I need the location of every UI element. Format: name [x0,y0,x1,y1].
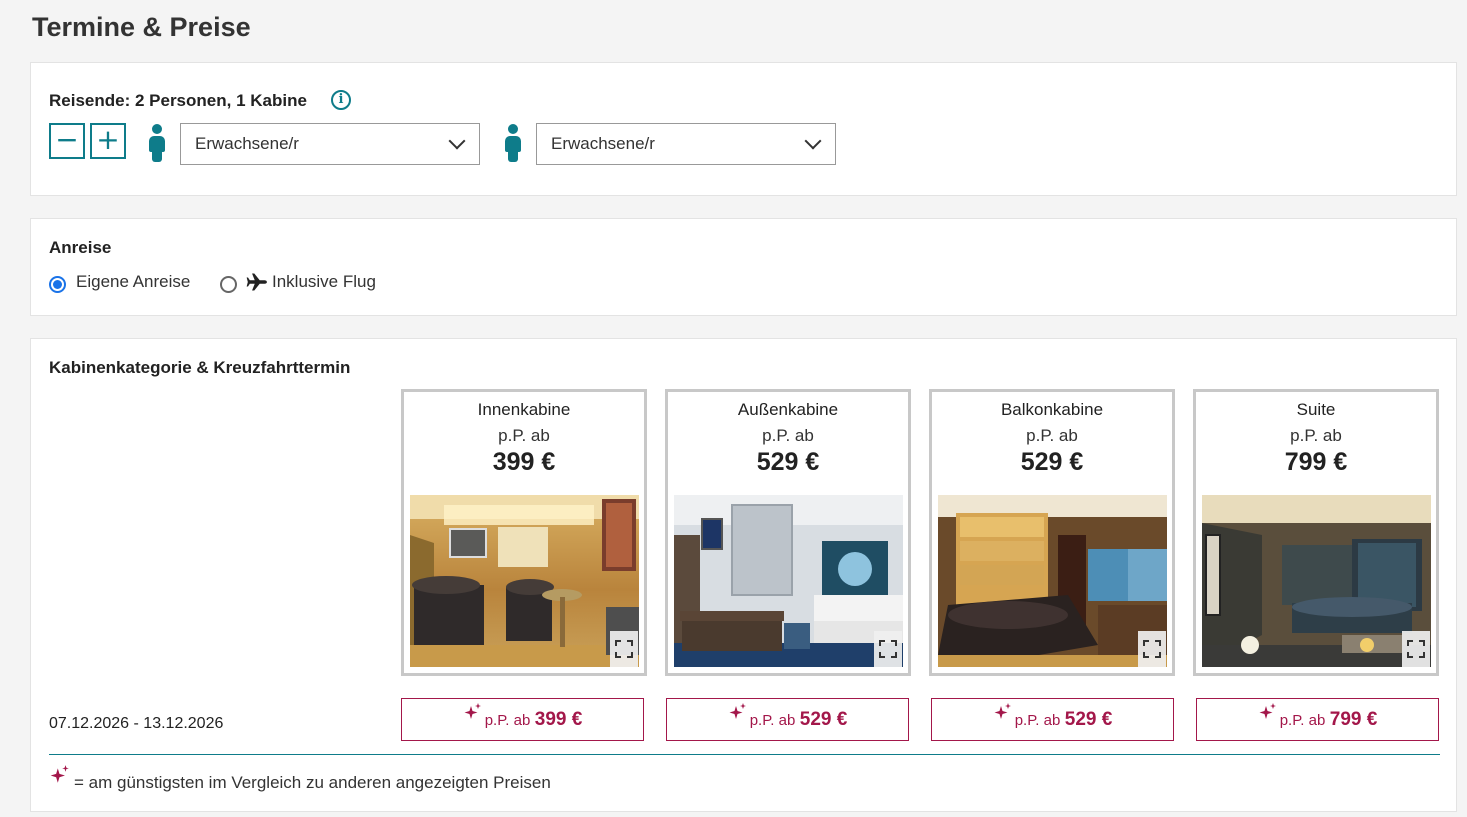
cabin-price: 399 € [492,448,556,476]
traveler-1-type-value: Erwachsene/r [195,134,299,153]
cabin-name: Balkonkabine [1000,400,1104,419]
expand-icon[interactable] [1402,631,1430,667]
radio-own-arrival-label[interactable]: Eigene Anreise [76,272,190,292]
price-amount: 529 € [1064,709,1113,730]
best-price-legend: = am günstigsten im Vergleich zu anderen… [74,773,551,792]
radio-including-flight[interactable] [220,276,237,293]
expand-icon[interactable] [610,631,638,667]
cabin-photo [674,495,903,667]
sparkle-icon [729,703,746,719]
arrival-heading: Anreise [49,238,112,257]
cabin-card-balcony[interactable]: Balkonkabine p.P. ab 529 € [929,389,1175,676]
cabin-price: 529 € [756,448,820,476]
person-icon [149,124,165,162]
chevron-down-icon [804,132,822,150]
expand-icon[interactable] [1138,631,1166,667]
cabin-per-person: p.P. ab [1290,426,1342,445]
cabin-price: 799 € [1284,448,1348,476]
cabin-price: 529 € [1020,448,1084,476]
cabins-heading: Kabinenkategorie & Kreuzfahrttermin [49,358,351,377]
cabin-name: Innenkabine [477,400,571,419]
price-prefix: p.P. ab [1014,712,1061,729]
sparkle-icon [994,703,1011,719]
traveler-2-type-select[interactable]: Erwachsene/r [536,123,836,165]
price-amount: 399 € [534,709,583,730]
decrease-travelers-button[interactable]: − [49,123,85,159]
price-amount: 529 € [799,709,848,730]
cabin-card-inside[interactable]: Innenkabine p.P. ab 399 € [401,389,647,676]
price-button-suite[interactable]: p.P. ab 799 € [1196,698,1439,741]
radio-including-flight-label[interactable]: Inklusive Flug [272,272,376,292]
divider [49,754,1440,755]
travelers-panel: Reisende: 2 Personen, 1 Kabine i − + Erw… [30,62,1457,196]
cabin-photo [938,495,1167,667]
cabin-photo [1202,495,1431,667]
price-prefix: p.P. ab [484,712,531,729]
price-prefix: p.P. ab [1279,712,1326,729]
increase-travelers-button[interactable]: + [90,123,126,159]
price-button-inside[interactable]: p.P. ab 399 € [401,698,644,741]
price-prefix: p.P. ab [749,712,796,729]
price-button-outside[interactable]: p.P. ab 529 € [666,698,909,741]
arrival-panel: Anreise Eigene Anreise Inklusive Flug [30,218,1457,316]
sparkle-icon [1259,703,1276,719]
price-button-balcony[interactable]: p.P. ab 529 € [931,698,1174,741]
travelers-heading: Reisende: 2 Personen, 1 Kabine [49,91,307,110]
plane-icon [246,273,267,291]
cabin-per-person: p.P. ab [498,426,550,445]
expand-icon[interactable] [874,631,902,667]
traveler-1-type-select[interactable]: Erwachsene/r [180,123,480,165]
cabins-panel: Kabinenkategorie & Kreuzfahrttermin Inne… [30,338,1457,812]
sparkle-icon [50,765,69,783]
sparkle-icon [464,703,481,719]
chevron-down-icon [448,132,466,150]
cruise-date: 07.12.2026 - 13.12.2026 [49,715,224,732]
price-amount: 799 € [1329,709,1378,730]
person-icon [505,124,521,162]
cabin-per-person: p.P. ab [1026,426,1078,445]
cabin-card-outside[interactable]: Außenkabine p.P. ab 529 € [665,389,911,676]
traveler-2-type-value: Erwachsene/r [551,134,655,153]
cabin-name: Suite [1296,400,1336,419]
cabin-photo [410,495,639,667]
cabin-card-suite[interactable]: Suite p.P. ab 799 € [1193,389,1439,676]
page-title: Termine & Preise [32,12,251,42]
cabin-per-person: p.P. ab [762,426,814,445]
radio-own-arrival[interactable] [49,276,66,293]
cabin-name: Außenkabine [737,400,839,419]
info-icon[interactable]: i [331,90,351,110]
